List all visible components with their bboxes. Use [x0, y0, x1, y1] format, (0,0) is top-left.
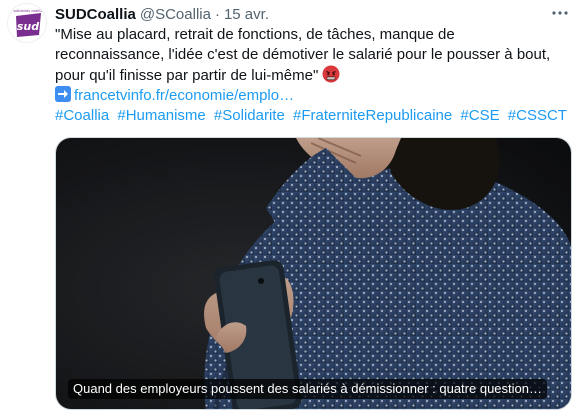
- sud-logo-icon: sud solidaires coallia: [8, 4, 46, 42]
- angry-face-emoji-icon: [322, 65, 340, 83]
- tweet-text-line: reconnaissance, l'idée c'est de démotive…: [55, 46, 551, 63]
- more-horizontal-icon: [552, 11, 568, 15]
- separator-dot: ·: [214, 5, 220, 23]
- card-caption: Quand des employeurs poussent des salari…: [68, 379, 547, 399]
- tweet-text-line-content: pour qu'il finisse par partir de lui-mêm…: [55, 67, 319, 84]
- avatar[interactable]: sud solidaires coallia: [7, 3, 47, 43]
- svg-text:solidaires coallia: solidaires coallia: [14, 9, 43, 13]
- hashtag-link[interactable]: #CSE: [460, 107, 499, 124]
- author-name[interactable]: SUDCoallia: [55, 6, 136, 23]
- tweet-date[interactable]: 15 avr.: [224, 6, 269, 23]
- tweet-text-line: "Mise au placard, retrait de fonctions, …: [55, 26, 455, 43]
- hashtag-link[interactable]: #Solidarite: [214, 107, 285, 124]
- hashtag-link[interactable]: #FraterniteRepublicaine: [293, 107, 452, 124]
- tweet-text-line-3: pour qu'il finisse par partir de lui-mêm…: [55, 65, 575, 86]
- hashtag-link[interactable]: #CSSCT: [508, 107, 567, 124]
- card-photo: [56, 138, 571, 409]
- tweet-text: "Mise au placard, retrait de fonctions, …: [55, 25, 575, 126]
- article-link[interactable]: francetvinfo.fr/economie/emplo…: [74, 87, 294, 104]
- tweet-header: SUDCoallia @SCoallia · 15 avr.: [55, 4, 269, 24]
- link-preview-card[interactable]: Quand des employeurs poussent des salari…: [55, 137, 572, 410]
- hashtags: #Coallia #Humanisme #Solidarite #Fratern…: [55, 106, 575, 126]
- more-options-button[interactable]: [549, 2, 571, 24]
- svg-text:sud: sud: [17, 20, 39, 33]
- tweet[interactable]: sud solidaires coallia SUDCoallia @SCoal…: [0, 0, 579, 416]
- link-line: francetvinfo.fr/economie/emplo…: [55, 86, 575, 106]
- hashtag-link[interactable]: #Humanisme: [117, 107, 205, 124]
- hashtag-link[interactable]: #Coallia: [55, 107, 109, 124]
- author-handle[interactable]: @SCoallia: [140, 6, 211, 23]
- right-arrow-emoji-icon: [55, 86, 71, 102]
